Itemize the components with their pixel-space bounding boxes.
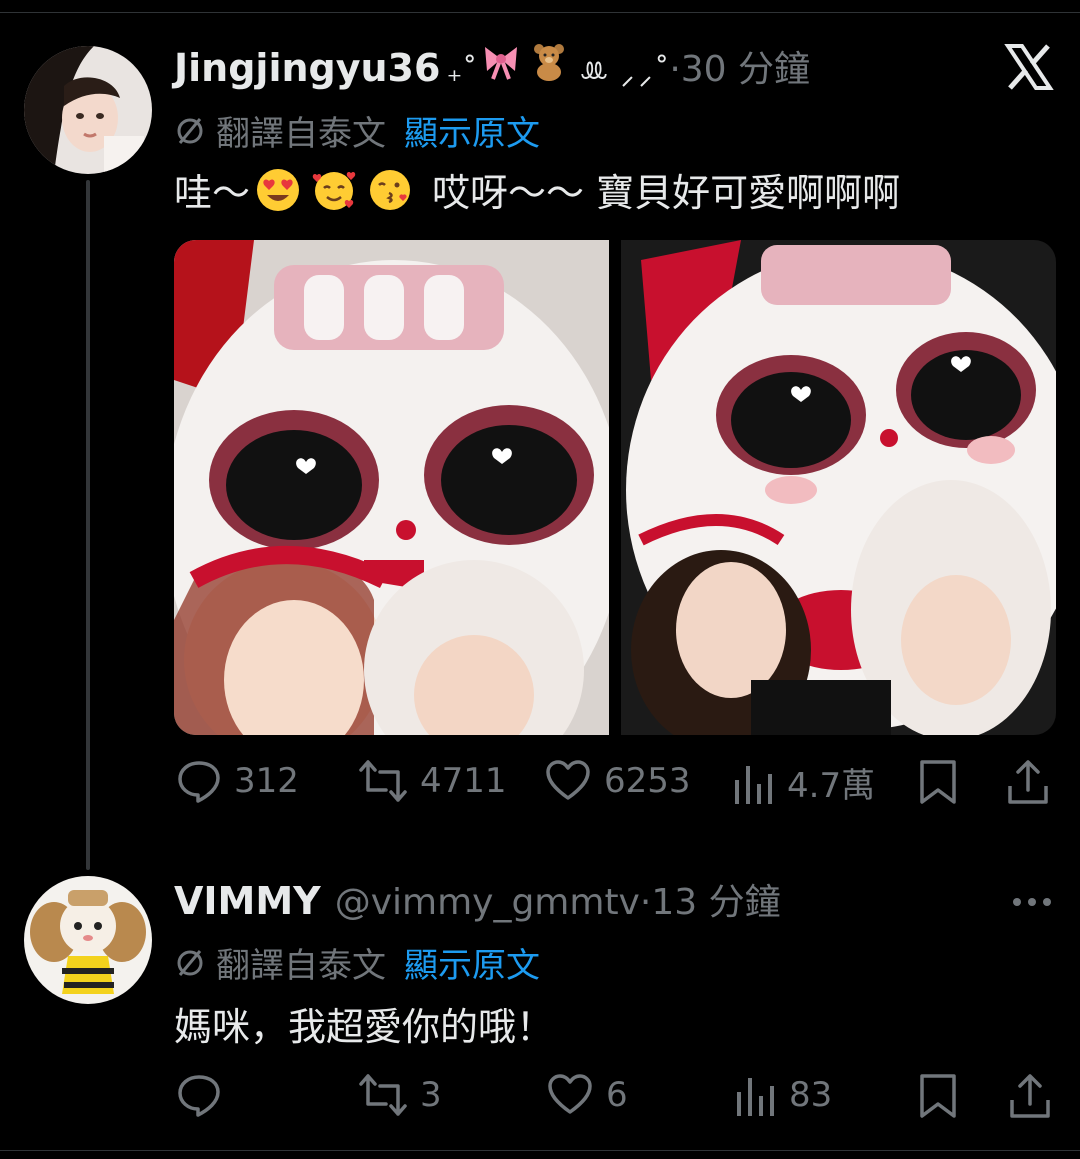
photo-1[interactable] bbox=[174, 240, 609, 735]
tweet-text-part1: 哇～ bbox=[174, 171, 251, 215]
translated-from-label: 翻譯自泰文 bbox=[216, 946, 386, 986]
reply-timestamp[interactable]: 13 分鐘 bbox=[651, 873, 780, 925]
reply-count: 312 bbox=[234, 761, 299, 801]
bookmark-icon bbox=[920, 1074, 956, 1118]
translation-row: 翻譯自泰文 顯示原文 bbox=[174, 106, 540, 155]
ribbon-icon bbox=[481, 41, 521, 81]
kiss-emoji bbox=[367, 167, 413, 213]
views-icon bbox=[737, 1078, 774, 1116]
repost-button[interactable]: 4711 bbox=[358, 758, 507, 804]
view-count: 83 bbox=[789, 1075, 833, 1115]
heart-icon bbox=[546, 760, 590, 800]
like-button[interactable]: 6 bbox=[546, 1072, 628, 1118]
like-button[interactable]: 6253 bbox=[544, 758, 691, 804]
name-decoration: ₊˚ bbox=[446, 54, 478, 89]
reply-handle[interactable]: @vimmy_gmmtv bbox=[335, 882, 640, 923]
bottom-divider bbox=[0, 1150, 1080, 1151]
share-button[interactable] bbox=[1006, 758, 1050, 806]
translated-from-label: 翻譯自泰文 bbox=[216, 114, 386, 154]
views-button[interactable]: 4.7萬 bbox=[733, 758, 875, 807]
tweet-header: Jingjingyu36 ₊˚ ꔛ ⸝⸝˚ · 30 分鐘 bbox=[174, 40, 810, 92]
separator-dot: · bbox=[669, 49, 681, 90]
bookmark-button[interactable] bbox=[918, 758, 958, 806]
views-icon bbox=[735, 765, 772, 804]
media-gallery bbox=[174, 240, 1056, 735]
reply-translation-row: 翻譯自泰文 顯示原文 bbox=[174, 938, 540, 987]
display-name[interactable]: Jingjingyu36 bbox=[174, 46, 440, 90]
share-button[interactable] bbox=[1008, 1072, 1052, 1120]
views-button[interactable]: 83 bbox=[735, 1072, 832, 1118]
more-options-icon[interactable] bbox=[1012, 892, 1052, 911]
reply-icon bbox=[178, 1075, 220, 1117]
like-count: 6 bbox=[606, 1075, 628, 1115]
reply-display-name[interactable]: VIMMY bbox=[174, 879, 321, 923]
thread-connector bbox=[86, 180, 90, 870]
no-translate-icon bbox=[177, 117, 203, 144]
heart-eyes-emoji bbox=[255, 167, 301, 213]
repost-count: 3 bbox=[420, 1075, 442, 1115]
teddy-bear-icon bbox=[529, 41, 569, 81]
repost-button[interactable]: 3 bbox=[358, 1072, 442, 1118]
smiling-hearts-emoji bbox=[311, 167, 357, 213]
share-icon bbox=[1010, 1074, 1050, 1118]
top-divider bbox=[0, 12, 1080, 13]
repost-icon bbox=[359, 1074, 407, 1116]
avatar[interactable] bbox=[24, 46, 152, 174]
bookmark-icon bbox=[920, 760, 956, 804]
repost-icon bbox=[359, 760, 407, 802]
reply-button[interactable]: 312 bbox=[176, 758, 299, 804]
no-translate-icon bbox=[177, 949, 203, 976]
reply-header: VIMMY @vimmy_gmmtv · 13 分鐘 bbox=[174, 873, 781, 925]
show-original-link[interactable]: 顯示原文 bbox=[404, 938, 540, 987]
reply-icon bbox=[178, 761, 220, 803]
timestamp[interactable]: 30 分鐘 bbox=[681, 40, 810, 92]
view-count: 4.7萬 bbox=[787, 766, 876, 806]
share-icon bbox=[1008, 760, 1048, 804]
heart-icon bbox=[548, 1074, 592, 1114]
like-count: 6253 bbox=[604, 761, 691, 801]
name-decoration-tail: ꔛ ⸝⸝˚ bbox=[579, 54, 670, 89]
photo-2[interactable] bbox=[621, 240, 1056, 735]
show-original-link[interactable]: 顯示原文 bbox=[404, 106, 540, 155]
x-logo-icon[interactable] bbox=[1004, 44, 1054, 94]
reply-avatar[interactable] bbox=[24, 876, 152, 1004]
reply-text: 媽咪，我超愛你的哦！ bbox=[174, 1005, 555, 1049]
tweet-text: 哇～ 哎呀～～ 寶貝好可愛啊啊啊 bbox=[174, 162, 900, 217]
repost-count: 4711 bbox=[420, 761, 507, 801]
bookmark-button[interactable] bbox=[918, 1072, 958, 1120]
separator-dot: · bbox=[639, 882, 652, 923]
reply-button[interactable] bbox=[176, 1072, 234, 1118]
tweet-text-part2: 哎呀～～ 寶貝好可愛啊啊啊 bbox=[432, 171, 901, 215]
